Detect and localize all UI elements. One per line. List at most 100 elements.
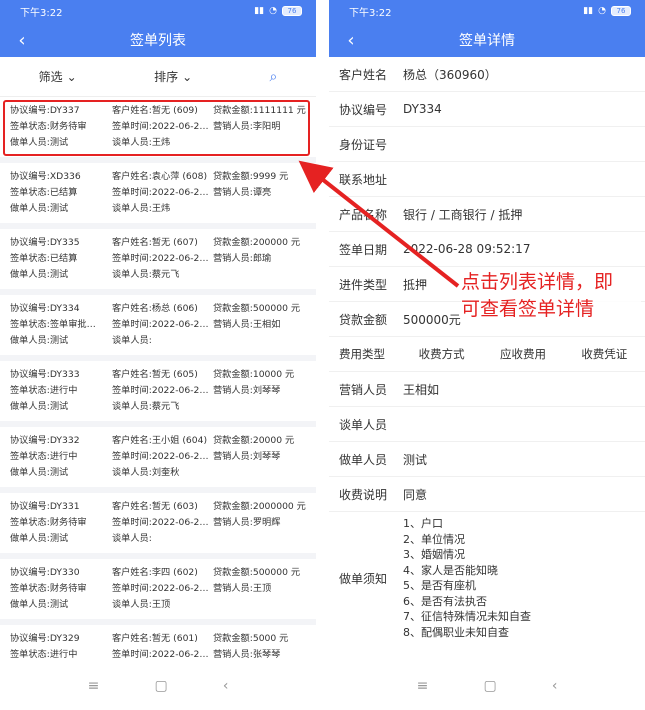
filter-button[interactable]: 筛选 ⌄ xyxy=(39,68,77,85)
system-nav-bar: ≡ ▢ ‹ xyxy=(0,662,316,710)
detail-row: 身份证号 xyxy=(329,127,645,162)
list-item[interactable]: 协议编号:DY331 客户姓名:暂无 (603) 贷款金额:2000000 元签单状… xyxy=(0,493,316,559)
card-talker: 谈单人员:王炜 xyxy=(112,137,171,148)
card-customer: 客户姓名:李四 (602) xyxy=(112,567,198,578)
detail-row: 签单日期 2022-06-28 09:52:17 xyxy=(329,232,645,267)
list-item[interactable]: 协议编号:DY329 客户姓名:暂无 (601) 贷款金额:5000 元签单状态:进… xyxy=(0,625,316,662)
signal-icon: ▮▮ xyxy=(254,6,265,16)
card-status: 签单状态:已结算 xyxy=(10,253,78,264)
card-time: 签单时间:2022-06-2… xyxy=(112,253,209,264)
home-icon[interactable]: ▢ xyxy=(483,678,496,694)
list-item[interactable]: 协议编号:XD336 客户姓名:袁心萍 (608) 贷款金额:9999 元签单状态:… xyxy=(0,163,316,229)
card-row: 做单人员:测试 谈单人员:刘奎秋 xyxy=(10,465,316,481)
card-time: 签单时间:2022-06-2… xyxy=(112,385,209,396)
sort-button[interactable]: 排序 ⌄ xyxy=(154,68,192,85)
status-bar: 下午3:22 ▮▮ ◔ 76 xyxy=(0,0,316,22)
list-item[interactable]: 协议编号:DY333 客户姓名:暂无 (605) 贷款金额:10000 元签单状态:… xyxy=(0,361,316,427)
detail-row: 产品名称 银行 / 工商银行 / 抵押 xyxy=(329,197,645,232)
card-agreement: 协议编号:DY332 xyxy=(10,435,80,446)
card-talker: 谈单人员: xyxy=(112,335,152,346)
card-agreement: 协议编号:DY334 xyxy=(10,303,80,314)
card-row: 做单人员:测试 谈单人员: xyxy=(10,531,316,547)
card-agreement: 协议编号:DY331 xyxy=(10,501,80,512)
note-item: 2、单位情况 xyxy=(403,532,465,546)
card-customer: 客户姓名:暂无 (607) xyxy=(112,237,198,248)
card-talker: 谈单人员:蔡元飞 xyxy=(112,401,180,412)
detail-label: 签单日期 xyxy=(339,242,388,257)
card-agreement: 协议编号:DY333 xyxy=(10,369,80,380)
card-sales: 营销人员:刘琴琴 xyxy=(213,385,281,396)
detail-row: 联系地址 xyxy=(329,162,645,197)
detail-row: 谈单人员 xyxy=(329,407,645,442)
card-status: 签单状态:签单审批… xyxy=(10,319,96,330)
card-status: 签单状态:财务待审 xyxy=(10,121,87,132)
card-row: 协议编号:DY337 客户姓名:暂无 (609) 贷款金额:1111111 元 xyxy=(10,103,316,119)
detail-row: 收费说明 同意 xyxy=(329,477,645,512)
detail-label: 联系地址 xyxy=(339,172,388,187)
card-row: 签单状态:进行中 签单时间:2022-06-2… 营销人员:张琴琴 xyxy=(10,647,316,662)
detail-value: 2022-06-28 09:52:17 xyxy=(403,242,531,256)
menu-icon[interactable]: ≡ xyxy=(417,678,429,694)
card-customer: 客户姓名:王小姐 (604) xyxy=(112,435,208,446)
card-agreement: 协议编号:DY337 xyxy=(10,105,80,116)
list-item[interactable]: 协议编号:DY332 客户姓名:王小姐 (604) 贷款金额:20000 元签单状态… xyxy=(0,427,316,493)
card-talker: 谈单人员:王炜 xyxy=(112,203,171,214)
fee-col-receivable: 应收费用 xyxy=(499,347,546,361)
card-row: 签单状态:进行中 签单时间:2022-06-2… 营销人员:刘琴琴 xyxy=(10,449,316,465)
back-icon[interactable]: ‹ xyxy=(10,28,34,52)
back-icon[interactable]: ‹ xyxy=(339,28,363,52)
page-title: 签单列表 xyxy=(130,32,186,49)
fee-table-header: 费用类型 收费方式 应收费用 收费凭证 xyxy=(329,337,645,372)
search-icon[interactable]: ⌕ xyxy=(269,69,277,85)
card-sales: 营销人员:王相如 xyxy=(213,319,281,330)
card-sales: 营销人员:李阳明 xyxy=(213,121,281,132)
card-time: 签单时间:2022-06-2… xyxy=(112,187,209,198)
card-row: 签单状态:签单审批… 签单时间:2022-06-2… 营销人员:王相如 xyxy=(10,317,316,333)
card-time: 签单时间:2022-06-2… xyxy=(112,583,209,594)
card-row: 签单状态:已结算 签单时间:2022-06-2… 营销人员:谭亮 xyxy=(10,185,316,201)
fee-col-type: 费用类型 xyxy=(339,347,385,361)
card-row: 签单状态:进行中 签单时间:2022-06-2… 营销人员:刘琴琴 xyxy=(10,383,316,399)
card-customer: 客户姓名:杨总 (606) xyxy=(112,303,198,314)
card-amount: 贷款金额:5000 元 xyxy=(213,633,289,644)
app-bar: 下午3:22 ▮▮ ◔ 76 ‹ 签单详情 xyxy=(329,0,645,57)
nav-back-icon[interactable]: ‹ xyxy=(552,678,558,694)
list-item[interactable]: 协议编号:DY330 客户姓名:李四 (602) 贷款金额:500000 元签单状态… xyxy=(0,559,316,625)
home-icon[interactable]: ▢ xyxy=(154,678,167,694)
list-item[interactable]: 协议编号:DY335 客户姓名:暂无 (607) 贷款金额:200000 元签单状态… xyxy=(0,229,316,295)
card-agreement: 协议编号:DY330 xyxy=(10,567,80,578)
list-item[interactable]: 协议编号:DY334 客户姓名:杨总 (606) 贷款金额:500000 元签单状态… xyxy=(0,295,316,361)
card-row: 签单状态:财务待审 签单时间:2022-06-2… 营销人员:李阳明 xyxy=(10,119,316,135)
card-talker: 谈单人员: xyxy=(112,533,152,544)
card-amount: 贷款金额:200000 元 xyxy=(213,237,301,248)
card-customer: 客户姓名:暂无 (601) xyxy=(112,633,198,644)
wifi-icon: ◔ xyxy=(269,6,277,16)
card-status: 签单状态:进行中 xyxy=(10,451,78,462)
card-talker: 谈单人员:刘奎秋 xyxy=(112,467,180,478)
status-bar: 下午3:22 ▮▮ ◔ 76 xyxy=(329,0,645,22)
detail-value: 同意 xyxy=(403,487,428,502)
card-talker: 谈单人员:王顶 xyxy=(112,599,171,610)
detail-label: 做单人员 xyxy=(339,452,388,467)
card-row: 协议编号:DY329 客户姓名:暂无 (601) 贷款金额:5000 元 xyxy=(10,631,316,647)
detail-label: 客户姓名 xyxy=(339,67,388,82)
detail-label: 收费说明 xyxy=(339,487,388,502)
card-row: 签单状态:已结算 签单时间:2022-06-2… 营销人员:郎瑜 xyxy=(10,251,316,267)
notes-list: 1、户口 2、单位情况 3、婚姻情况 4、家人是否能知晓 5、是否有座机 6、是否有法执否… xyxy=(403,516,531,640)
detail-value: 500000元 xyxy=(403,312,461,327)
card-row: 协议编号:DY332 客户姓名:王小姐 (604) 贷款金额:20000 元 xyxy=(10,433,316,449)
menu-icon[interactable]: ≡ xyxy=(88,678,100,694)
card-sales: 营销人员:罗明辉 xyxy=(213,517,281,528)
list-item[interactable]: 协议编号:DY337 客户姓名:暂无 (609) 贷款金额:1111111 元签单状… xyxy=(0,97,316,163)
status-time: 下午3:22 xyxy=(349,7,392,19)
card-sales: 营销人员:张琴琴 xyxy=(213,649,281,660)
detail-screen: 下午3:22 ▮▮ ◔ 76 ‹ 签单详情 客户姓名 杨总（360960） 协议编号… xyxy=(329,0,645,710)
card-maker: 做单人员:测试 xyxy=(10,599,69,610)
card-customer: 客户姓名:暂无 (609) xyxy=(112,105,198,116)
detail-panel: 客户姓名 杨总（360960） 协议编号 DY334 身份证号 联系地址 产品名称 银行 / … xyxy=(329,57,645,662)
card-amount: 贷款金额:2000000 元 xyxy=(213,501,306,512)
card-amount: 贷款金额:500000 元 xyxy=(213,567,301,578)
card-status: 签单状态:财务待审 xyxy=(10,583,87,594)
nav-back-icon[interactable]: ‹ xyxy=(223,678,229,694)
card-maker: 做单人员:测试 xyxy=(10,269,69,280)
